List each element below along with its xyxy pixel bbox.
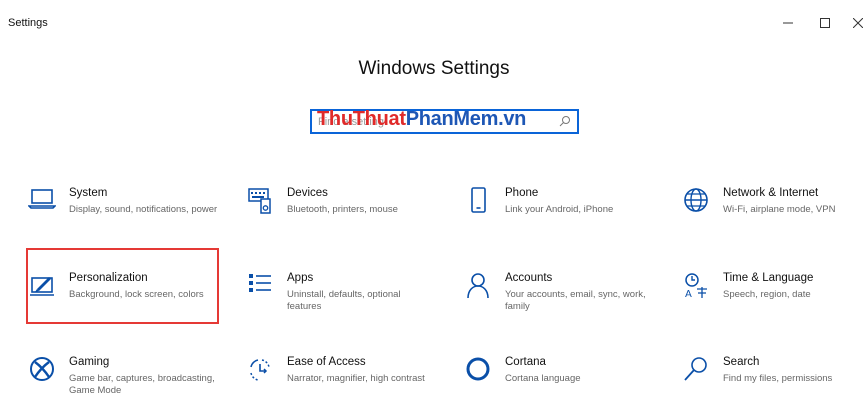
tile-description: Wi-Fi, airplane mode, VPN: [723, 204, 836, 215]
search-glass-icon: [559, 116, 570, 127]
tile-description: Find my files, permissions: [723, 373, 833, 384]
phone-icon: [462, 187, 494, 219]
close-button[interactable]: [843, 10, 868, 36]
tile-label: Gaming: [69, 356, 110, 368]
tile-label: Accounts: [505, 272, 553, 284]
xbox-icon: [26, 356, 58, 388]
tile-label: Apps: [287, 272, 314, 284]
person-icon: [462, 272, 494, 304]
cortana-icon: [462, 356, 494, 388]
app-title: Settings: [8, 17, 48, 29]
tile-label: Search: [723, 356, 760, 368]
tile-description: Display, sound, notifications, power: [69, 204, 218, 215]
tile-label: Devices: [287, 187, 328, 199]
apps-list-icon: [244, 272, 276, 304]
tile-network[interactable]: Network & Internet Wi-Fi, airplane mode,…: [680, 187, 868, 247]
globe-icon: [680, 187, 712, 219]
tile-description: Bluetooth, printers, mouse: [287, 204, 398, 215]
tile-description: Link your Android, iPhone: [505, 204, 614, 215]
laptop-icon: [26, 187, 58, 219]
tile-system[interactable]: System Display, sound, notifications, po…: [26, 187, 226, 247]
svg-text:A: A: [685, 289, 692, 300]
tile-gaming[interactable]: Gaming Game bar, captures, broadcasting,…: [26, 356, 226, 416]
title-bar: Settings: [0, 0, 868, 42]
tile-accounts[interactable]: Accounts Your accounts, email, sync, wor…: [462, 272, 662, 332]
search-field[interactable]: [310, 109, 579, 134]
maximize-button[interactable]: [810, 10, 840, 36]
page-title: Windows Settings: [358, 58, 510, 79]
tile-ease-of-access[interactable]: Ease of Access Narrator, magnifier, high…: [244, 356, 444, 416]
close-icon: [853, 18, 863, 28]
tile-label: Cortana: [505, 356, 546, 368]
tile-description: Speech, region, date: [723, 289, 811, 300]
tile-description: Narrator, magnifier, high contrast: [287, 373, 425, 384]
tile-devices[interactable]: Devices Bluetooth, printers, mouse: [244, 187, 444, 247]
minimize-button[interactable]: [773, 10, 803, 36]
tile-description: Your accounts, email, sync, work, family: [505, 289, 646, 312]
tile-time-language[interactable]: A Time & Language Speech, region, date: [680, 272, 868, 332]
tile-label: Time & Language: [723, 272, 814, 284]
tile-label: Ease of Access: [287, 356, 366, 368]
tile-search[interactable]: Search Find my files, permissions: [680, 356, 868, 416]
tile-apps[interactable]: Apps Uninstall, defaults, optional featu…: [244, 272, 444, 332]
devices-icon: [244, 187, 276, 219]
tile-label: Phone: [505, 187, 539, 199]
maximize-icon: [820, 18, 830, 28]
tile-description: Game bar, captures, broadcasting, Game M…: [69, 373, 215, 396]
search-icon: [680, 356, 712, 388]
tile-label: Network & Internet: [723, 187, 819, 199]
tile-phone[interactable]: Phone Link your Android, iPhone: [462, 187, 662, 247]
time-language-icon: A: [680, 272, 712, 304]
tile-label: System: [69, 187, 108, 199]
minimize-icon: [783, 22, 793, 24]
ease-of-access-icon: [244, 356, 276, 388]
highlight-box: [26, 248, 219, 324]
tile-cortana[interactable]: Cortana Cortana language: [462, 356, 662, 416]
tile-description: Uninstall, defaults, optional features: [287, 289, 401, 312]
search-input[interactable]: [318, 113, 548, 130]
tile-description: Cortana language: [505, 373, 581, 384]
